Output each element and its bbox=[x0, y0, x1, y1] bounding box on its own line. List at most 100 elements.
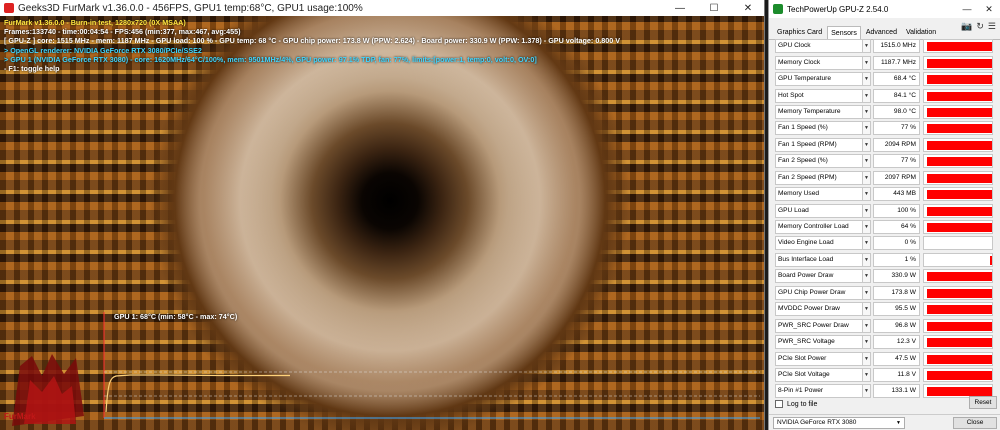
gpuz-titlebar[interactable]: TechPowerUp GPU-Z 2.54.0 — ✕ bbox=[769, 0, 1000, 18]
sensor-graph bbox=[923, 121, 993, 136]
dropdown-arrow-icon[interactable]: ▼ bbox=[863, 39, 871, 54]
sensor-row: PWR_SRC Power Draw ▼ 96.8 W bbox=[775, 317, 997, 333]
gpu-select-dropdown[interactable]: NVIDIA GeForce RTX 3080 ▼ bbox=[773, 417, 905, 429]
sensor-list: GPU Clock ▼ 1515.0 MHz Memory Clock ▼ 1187.7 … bbox=[775, 38, 997, 400]
dropdown-arrow-icon[interactable]: ▼ bbox=[863, 351, 871, 366]
furmark-titlebar[interactable]: Geeks3D FurMark v1.36.0.0 - 456FPS, GPU1… bbox=[0, 0, 764, 16]
sensor-label[interactable]: Memory Clock bbox=[775, 55, 863, 70]
sensor-value: 1 % bbox=[873, 252, 920, 267]
tab-validation[interactable]: Validation bbox=[902, 25, 940, 39]
sensor-row: PCIe Slot Power ▼ 47.5 W bbox=[775, 350, 997, 366]
sensor-value: 68.4 °C bbox=[873, 72, 920, 87]
dropdown-arrow-icon[interactable]: ▼ bbox=[863, 55, 871, 70]
sensor-label[interactable]: Memory Controller Load bbox=[775, 220, 863, 235]
sensor-row: MVDDC Power Draw ▼ 95.5 W bbox=[775, 301, 997, 317]
minimize-icon[interactable]: — bbox=[663, 0, 697, 16]
camera-icon[interactable]: 📷 bbox=[961, 21, 972, 32]
sensor-label[interactable]: GPU Temperature bbox=[775, 72, 863, 87]
sensor-value: 77 % bbox=[873, 154, 920, 169]
dropdown-arrow-icon[interactable]: ▼ bbox=[863, 170, 871, 185]
menu-icon[interactable]: ☰ bbox=[988, 21, 996, 32]
dropdown-arrow-icon: ▼ bbox=[896, 420, 901, 426]
close-button[interactable]: Close bbox=[953, 417, 997, 429]
sensor-label[interactable]: Memory Used bbox=[775, 187, 863, 202]
sensor-graph bbox=[923, 187, 993, 202]
sensor-label[interactable]: Fan 1 Speed (RPM) bbox=[775, 137, 863, 152]
sensor-label[interactable]: Video Engine Load bbox=[775, 236, 863, 251]
sensor-label[interactable]: GPU Chip Power Draw bbox=[775, 285, 863, 300]
reset-button[interactable]: Reset bbox=[969, 396, 997, 409]
log-to-file-label: Log to file bbox=[787, 400, 818, 408]
dropdown-arrow-icon[interactable]: ▼ bbox=[863, 335, 871, 350]
sensor-label[interactable]: Fan 2 Speed (RPM) bbox=[775, 170, 863, 185]
sensor-label[interactable]: Board Power Draw bbox=[775, 269, 863, 284]
gpu-select-value: NVIDIA GeForce RTX 3080 bbox=[777, 419, 857, 426]
sensor-label[interactable]: Fan 1 Speed (%) bbox=[775, 121, 863, 136]
sensor-value: 2097 RPM bbox=[873, 170, 920, 185]
furmark-app-icon bbox=[4, 3, 14, 13]
gpuz-app-icon bbox=[773, 4, 783, 14]
log-to-file-checkbox[interactable] bbox=[775, 400, 783, 408]
refresh-icon[interactable]: ↻ bbox=[976, 21, 984, 32]
dropdown-arrow-icon[interactable]: ▼ bbox=[863, 72, 871, 87]
sensor-label[interactable]: PCIe Slot Power bbox=[775, 351, 863, 366]
maximize-icon[interactable]: ☐ bbox=[697, 0, 731, 16]
sensor-graph bbox=[923, 203, 993, 218]
sensor-graph-fill bbox=[927, 272, 992, 282]
tab-advanced[interactable]: Advanced bbox=[862, 25, 901, 39]
sensor-graph-fill bbox=[927, 75, 992, 85]
dropdown-arrow-icon[interactable]: ▼ bbox=[863, 236, 871, 251]
tab-graphics-card[interactable]: Graphics Card bbox=[773, 25, 826, 39]
sensor-value: 133.1 W bbox=[873, 384, 920, 399]
close-icon[interactable]: ✕ bbox=[731, 0, 764, 16]
sensor-graph bbox=[923, 55, 993, 70]
dropdown-arrow-icon[interactable]: ▼ bbox=[863, 220, 871, 235]
sensor-row: PCIe Slot Voltage ▼ 11.8 V bbox=[775, 367, 997, 383]
dropdown-arrow-icon[interactable]: ▼ bbox=[863, 269, 871, 284]
sensor-label[interactable]: PWR_SRC Voltage bbox=[775, 335, 863, 350]
sensor-label[interactable]: 8-Pin #1 Power bbox=[775, 384, 863, 399]
sensor-label[interactable]: Fan 2 Speed (%) bbox=[775, 154, 863, 169]
dropdown-arrow-icon[interactable]: ▼ bbox=[863, 384, 871, 399]
dropdown-arrow-icon[interactable]: ▼ bbox=[863, 367, 871, 382]
dropdown-arrow-icon[interactable]: ▼ bbox=[863, 121, 871, 136]
dropdown-arrow-icon[interactable]: ▼ bbox=[863, 203, 871, 218]
dropdown-arrow-icon[interactable]: ▼ bbox=[863, 187, 871, 202]
sensor-row: Memory Used ▼ 443 MB bbox=[775, 186, 997, 202]
furmark-window-title: Geeks3D FurMark v1.36.0.0 - 456FPS, GPU1… bbox=[18, 2, 363, 14]
dropdown-arrow-icon[interactable]: ▼ bbox=[863, 252, 871, 267]
dropdown-arrow-icon[interactable]: ▼ bbox=[863, 154, 871, 169]
sensor-value: 11.8 V bbox=[873, 367, 920, 382]
dropdown-arrow-icon[interactable]: ▼ bbox=[863, 285, 871, 300]
minimize-icon[interactable]: — bbox=[956, 1, 978, 17]
sensor-label[interactable]: PWR_SRC Power Draw bbox=[775, 318, 863, 333]
sensor-graph bbox=[923, 170, 993, 185]
sensor-label[interactable]: Bus Interface Load bbox=[775, 252, 863, 267]
sensor-row: Memory Temperature ▼ 98.0 °C bbox=[775, 104, 997, 120]
sensor-graph bbox=[923, 72, 993, 87]
sensor-value: 0 % bbox=[873, 236, 920, 251]
dropdown-arrow-icon[interactable]: ▼ bbox=[863, 318, 871, 333]
sensor-label[interactable]: PCIe Slot Voltage bbox=[775, 367, 863, 382]
gpuz-window-title: TechPowerUp GPU-Z 2.54.0 bbox=[787, 4, 889, 14]
dropdown-arrow-icon[interactable]: ▼ bbox=[863, 104, 871, 119]
sensor-label[interactable]: GPU Load bbox=[775, 203, 863, 218]
sensor-graph-fill bbox=[927, 173, 992, 183]
sensor-label[interactable]: Hot Spot bbox=[775, 88, 863, 103]
sensor-value: 2094 RPM bbox=[873, 137, 920, 152]
sensor-label[interactable]: GPU Clock bbox=[775, 39, 863, 54]
sensor-graph bbox=[923, 367, 993, 382]
sensor-graph bbox=[923, 104, 993, 119]
dropdown-arrow-icon[interactable]: ▼ bbox=[863, 302, 871, 317]
sensor-graph-fill bbox=[927, 354, 992, 364]
sensor-row: GPU Chip Power Draw ▼ 173.8 W bbox=[775, 285, 997, 301]
dropdown-arrow-icon[interactable]: ▼ bbox=[863, 137, 871, 152]
sensor-graph-fill bbox=[927, 370, 992, 380]
sensor-value: 95.5 W bbox=[873, 302, 920, 317]
sensor-label[interactable]: MVDDC Power Draw bbox=[775, 302, 863, 317]
close-icon[interactable]: ✕ bbox=[978, 1, 1000, 17]
render-viewport[interactable]: FurMark v1.36.0.0 - Burn-in test, 1280x7… bbox=[0, 16, 764, 430]
sensor-row: Fan 2 Speed (RPM) ▼ 2097 RPM bbox=[775, 170, 997, 186]
dropdown-arrow-icon[interactable]: ▼ bbox=[863, 88, 871, 103]
sensor-label[interactable]: Memory Temperature bbox=[775, 104, 863, 119]
